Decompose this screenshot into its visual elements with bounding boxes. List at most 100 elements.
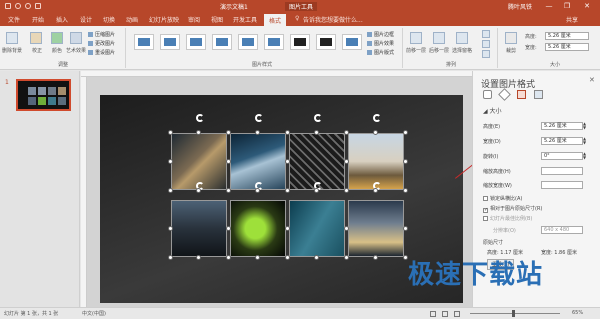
resize-handle[interactable] [373, 188, 378, 193]
photo-8[interactable] [348, 200, 404, 257]
group-icon[interactable] [482, 40, 490, 48]
corrections-button[interactable]: 校正 [32, 47, 42, 54]
remove-background-button[interactable]: 删除背景 [2, 47, 22, 54]
tab-view[interactable]: 视图 [211, 15, 223, 24]
artistic-effects-button[interactable]: 艺术效果 [66, 47, 86, 54]
tab-transitions[interactable]: 切换 [103, 15, 115, 24]
resize-handle[interactable] [255, 255, 260, 260]
rotate-handle-icon[interactable] [196, 114, 204, 122]
crop-icon[interactable] [505, 32, 517, 44]
zoom-slider[interactable] [470, 313, 560, 314]
reading-view-icon[interactable] [454, 311, 460, 317]
pane-height-input[interactable]: 5.26 厘米 [541, 122, 583, 130]
color-icon[interactable] [51, 32, 63, 44]
resize-handle[interactable] [168, 226, 173, 231]
rotate-handle-icon[interactable] [314, 114, 322, 122]
picture-layout-button[interactable]: 图片版式 [367, 49, 394, 56]
slide-sorter-icon[interactable] [442, 311, 448, 317]
share-button[interactable]: 共享 [566, 15, 578, 24]
ribbon-width-input[interactable]: 5.26 厘米 [545, 43, 589, 51]
width-spinner-icon[interactable]: ▲ ▼ [583, 137, 588, 145]
resize-handle[interactable] [226, 159, 231, 164]
resize-handle[interactable] [314, 188, 319, 193]
zoom-slider-thumb[interactable] [512, 310, 515, 317]
resize-handle[interactable] [196, 255, 201, 260]
resolution-select[interactable]: 640 x 480 [541, 226, 583, 234]
resize-handle[interactable] [168, 130, 173, 135]
photo-5[interactable] [171, 200, 227, 257]
tab-insert[interactable]: 插入 [56, 15, 68, 24]
resize-handle[interactable] [344, 188, 349, 193]
artistic-effects-icon[interactable] [70, 32, 82, 44]
account-name[interactable]: 腾叶风铁 [508, 2, 532, 11]
rotate-handle-icon[interactable] [255, 114, 263, 122]
close-button[interactable]: ✕ [580, 1, 594, 12]
pane-close-icon[interactable]: ✕ [589, 76, 595, 84]
fill-line-icon[interactable] [483, 90, 492, 99]
align-icon[interactable] [482, 30, 490, 38]
resize-handle[interactable] [196, 188, 201, 193]
picture-style-4[interactable] [212, 34, 232, 50]
undo-icon[interactable] [15, 3, 21, 9]
resize-handle[interactable] [344, 130, 349, 135]
resize-handle[interactable] [403, 226, 408, 231]
resize-handle[interactable] [168, 255, 173, 260]
picture-style-6[interactable] [264, 34, 284, 50]
corrections-icon[interactable] [30, 32, 42, 44]
tab-home[interactable]: 开始 [32, 15, 44, 24]
selection-pane-icon[interactable] [456, 32, 468, 44]
rotation-spinner-icon[interactable]: ▲ ▼ [583, 152, 588, 160]
resize-handle[interactable] [285, 159, 290, 164]
resize-handle[interactable] [403, 159, 408, 164]
resize-handle[interactable] [255, 130, 260, 135]
redo-icon[interactable] [25, 3, 31, 9]
tab-design[interactable]: 设计 [80, 15, 92, 24]
normal-view-icon[interactable] [430, 311, 436, 317]
zoom-level[interactable]: 65% [572, 310, 583, 316]
picture-effects-button[interactable]: 图片效果 [367, 40, 394, 47]
tab-slideshow[interactable]: 幻灯片放映 [149, 15, 179, 24]
resize-handle[interactable] [344, 159, 349, 164]
send-backward-button[interactable]: 后移一层 [429, 47, 449, 54]
resize-handle[interactable] [373, 255, 378, 260]
picture-style-8[interactable] [316, 34, 336, 50]
tab-file[interactable]: 文件 [8, 15, 20, 24]
resize-handle[interactable] [168, 159, 173, 164]
relative-size-checkbox[interactable]: ✓ 相对于图片原始尺寸(R) [483, 205, 542, 213]
save-icon[interactable] [5, 3, 11, 9]
size-section-header[interactable]: ◢ 大小 [483, 106, 502, 115]
resize-handle[interactable] [373, 130, 378, 135]
resize-handle[interactable] [314, 130, 319, 135]
picture-style-5[interactable] [238, 34, 258, 50]
picture-style-9[interactable] [342, 34, 362, 50]
resize-handle[interactable] [314, 255, 319, 260]
resize-handle[interactable] [168, 188, 173, 193]
picture-style-3[interactable] [186, 34, 206, 50]
change-picture-button[interactable]: 更改图片 [88, 40, 115, 47]
language-indicator[interactable]: 中文(中国) [82, 310, 106, 317]
resize-handle[interactable] [255, 188, 260, 193]
scale-width-input[interactable] [541, 181, 583, 189]
effects-icon[interactable] [498, 88, 511, 101]
resize-handle[interactable] [344, 255, 349, 260]
tell-me-search[interactable]: 告诉我您想要做什么... [303, 15, 363, 24]
tab-animations[interactable]: 动画 [126, 15, 138, 24]
slide-thumbnail[interactable] [16, 79, 71, 111]
ribbon-height-input[interactable]: 5.26 厘米 [545, 32, 589, 40]
tab-format[interactable]: 格式 [264, 14, 287, 26]
resize-handle[interactable] [285, 188, 290, 193]
pane-width-input[interactable]: 5.26 厘米 [541, 137, 583, 145]
resize-handle[interactable] [403, 130, 408, 135]
size-properties-icon[interactable] [517, 90, 526, 99]
height-spinner-icon[interactable]: ▲ ▼ [583, 122, 588, 130]
pane-rotation-input[interactable]: 0° [541, 152, 583, 160]
tab-review[interactable]: 审阅 [188, 15, 200, 24]
start-slideshow-icon[interactable] [35, 3, 41, 9]
best-scale-checkbox[interactable]: 幻灯片最佳比例(B) [483, 215, 532, 222]
minimize-button[interactable]: — [542, 1, 556, 12]
rotate-handle-icon[interactable] [373, 114, 381, 122]
resize-handle[interactable] [226, 130, 231, 135]
scale-height-input[interactable] [541, 167, 583, 175]
bring-forward-button[interactable]: 前移一层 [406, 47, 426, 54]
photo-7[interactable] [289, 200, 345, 257]
